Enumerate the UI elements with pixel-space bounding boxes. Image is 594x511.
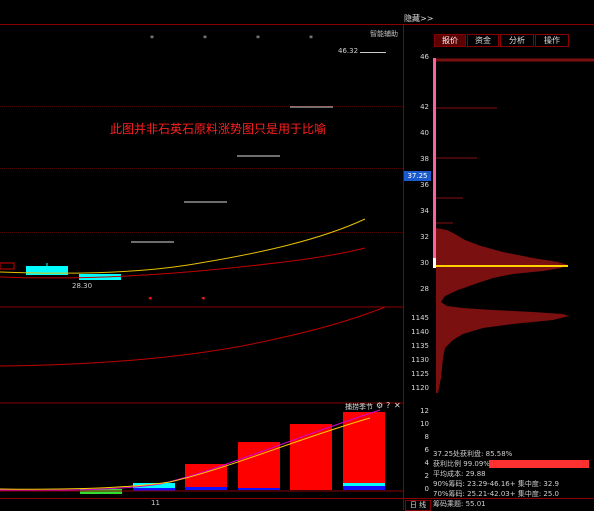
chip-bar — [433, 258, 436, 268]
chip90-text: 90%筹码: 23.29-46.16+ 集中度: 32.9 — [433, 480, 560, 488]
axis-tick: 8 — [424, 433, 429, 441]
period-tab-day[interactable]: 日 线 — [405, 500, 431, 511]
chip-histogram — [436, 228, 569, 393]
axis-tick: 1125 — [411, 370, 429, 378]
tab-operation[interactable]: 操作 — [535, 34, 569, 47]
tab-quote[interactable]: 报价 — [434, 34, 466, 47]
indicator-bar — [343, 412, 385, 487]
tab-funds[interactable]: 资金 — [467, 34, 499, 47]
signal-arrow-icon: ◂ — [201, 294, 205, 302]
profit-ratio-label: 获利比例 99.09% — [433, 460, 490, 468]
axis-tick: 4 — [424, 459, 429, 467]
avg-cost-text: 平均成本: 29.88 — [433, 470, 486, 478]
profit-ratio-bar — [489, 460, 589, 468]
axis-tick: 46 — [420, 53, 429, 61]
axis-tick: 34 — [420, 207, 429, 215]
indicator-line — [0, 306, 386, 367]
axis-tick: 2 — [424, 472, 429, 480]
axis-tick: 28 — [420, 285, 429, 293]
price-chart: ◂ ◂ — [0, 106, 403, 404]
chip70-text: 70%筹码: 25.21-42.03+ 集中度: 25.0 — [433, 490, 560, 498]
collapse-button[interactable]: 隐藏>> — [404, 13, 433, 24]
axis-tick: 30 — [420, 259, 429, 267]
price-axis: 46 42 40 38 36 34 32 30 28 — [404, 25, 433, 310]
axis-tick: 32 — [420, 233, 429, 241]
chip-bar — [433, 58, 436, 258]
candle — [0, 262, 15, 270]
axis-tick: 1145 — [411, 314, 429, 322]
tab-analysis[interactable]: 分析 — [500, 34, 534, 47]
axis-tick: 38 — [420, 155, 429, 163]
low-price-label: 28.30 — [72, 282, 93, 290]
chip-count-text: 筹码乘题: 55.01 — [433, 500, 486, 508]
axis-tick: 1130 — [411, 356, 429, 364]
signal-arrow-icon: ◂ — [148, 294, 152, 302]
axis-tick: 40 — [420, 129, 429, 137]
indicator-bar — [343, 483, 385, 486]
axis-tick: 10 — [420, 420, 429, 428]
axis-tick: 1135 — [411, 342, 429, 350]
chip-distribution-chart — [433, 58, 594, 393]
indicator-bar-chart — [0, 409, 403, 494]
indicator-bar — [185, 487, 227, 490]
axis-tick: 0 — [424, 485, 429, 493]
x-axis-label: 11 — [151, 499, 160, 507]
axis-tick: 12 — [420, 407, 429, 415]
ma-line-yellow — [0, 218, 366, 274]
axis-tick: 6 — [424, 446, 429, 454]
axis-tick: 1140 — [411, 328, 429, 336]
indicator-axis: 12 10 8 6 4 2 0 — [403, 404, 433, 498]
axis-tick: 36 — [420, 181, 429, 189]
indicator-price-axis: 1145 1140 1135 1130 1125 1120 — [404, 310, 433, 402]
indicator-bar — [238, 488, 280, 490]
indicator-bar — [343, 486, 385, 490]
axis-tick: 42 — [420, 103, 429, 111]
axis-tick: 1120 — [411, 384, 429, 392]
profit-line-text: 37.25处获利盘: 85.58% — [433, 450, 513, 458]
current-price-badge: 37.25 — [404, 171, 431, 181]
indicator-bar — [238, 442, 280, 489]
